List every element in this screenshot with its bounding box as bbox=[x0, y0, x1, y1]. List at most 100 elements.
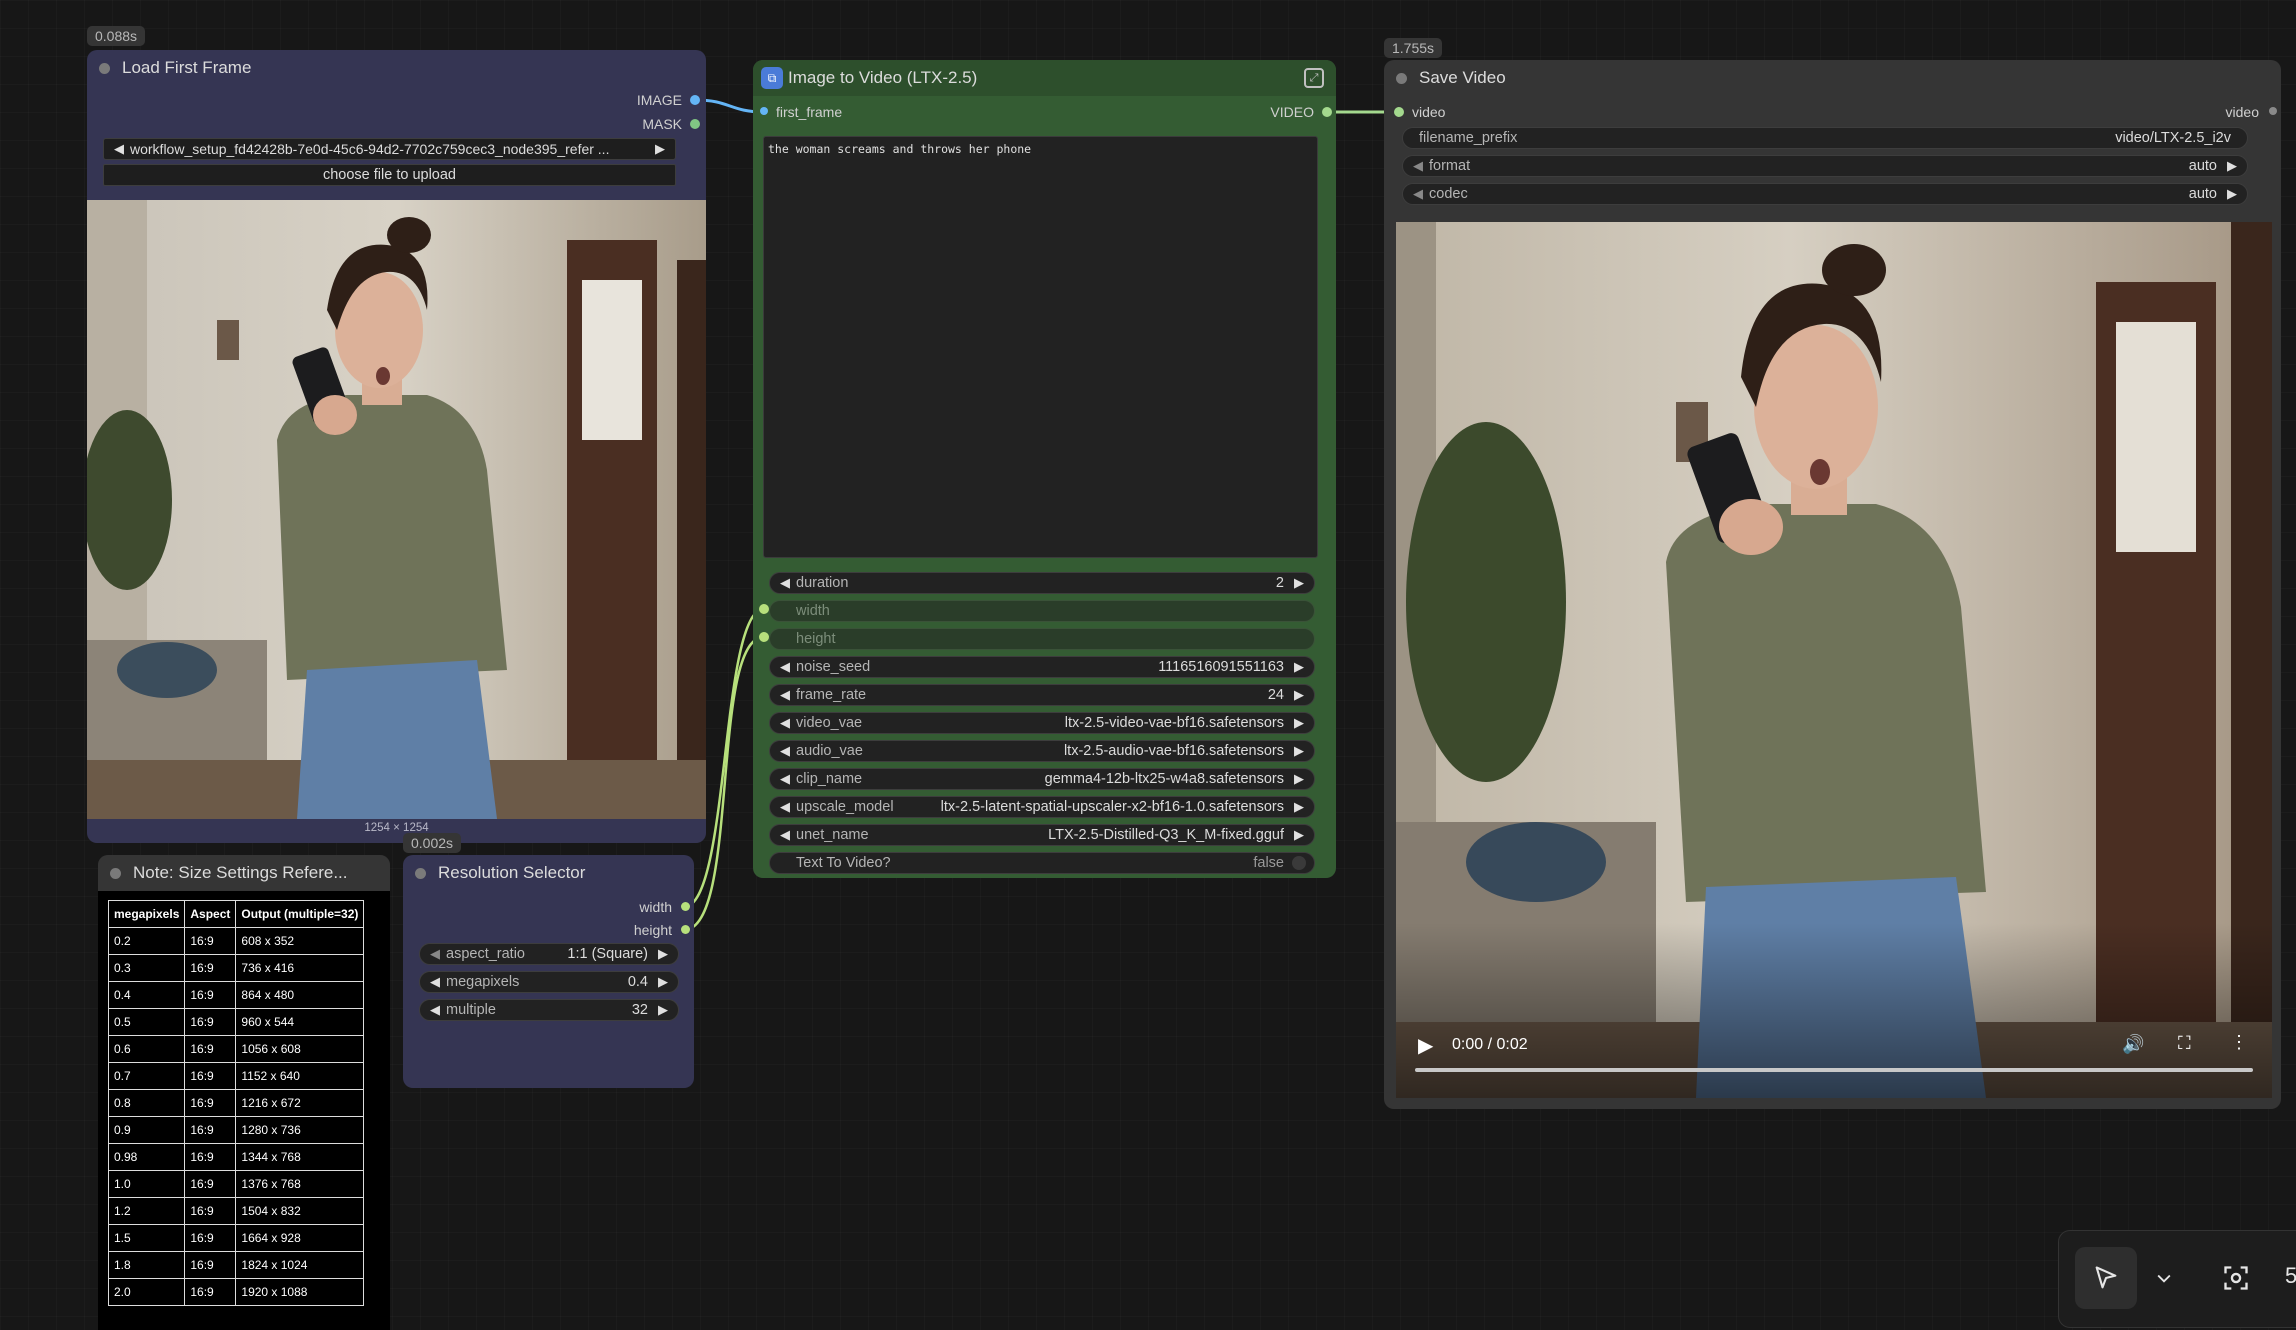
output-height-port[interactable] bbox=[681, 925, 690, 934]
load-first-frame-node[interactable]: Load First Frame IMAGE MASK ◀ workflow_s… bbox=[87, 50, 706, 843]
arrow-right-icon[interactable]: ▶ bbox=[2225, 158, 2239, 174]
widget-upscale-model[interactable]: ◀ upscale_model ltx-2.5-latent-spatial-ups… bbox=[769, 796, 1315, 818]
widget-duration[interactable]: ◀ duration 2 ▶ bbox=[769, 572, 1315, 594]
widget-clip-name[interactable]: ◀ clip_name gemma4-12b-ltx25-w4a8.safetens… bbox=[769, 768, 1315, 790]
table-row: 0.98 16:9 1344 x 768 bbox=[107, 1143, 365, 1171]
widget-name: multiple bbox=[446, 1002, 496, 1018]
table-row: 0.4 16:9 864 x 480 bbox=[107, 981, 365, 1009]
widget-width[interactable]: width bbox=[769, 600, 1315, 622]
megapixels-widget[interactable]: ◀ megapixels 0.4 ▶ bbox=[419, 971, 679, 993]
arrow-right-icon[interactable]: ▶ bbox=[1292, 743, 1306, 759]
arrow-right-icon[interactable]: ▶ bbox=[1292, 575, 1306, 591]
input-video-port[interactable] bbox=[1394, 107, 1404, 117]
table-header-cell: Aspect bbox=[184, 900, 237, 928]
resolution-selector-node[interactable]: Resolution Selector width height ◀ aspec… bbox=[403, 855, 694, 1088]
codec-widget[interactable]: ◀ codec auto ▶ bbox=[1402, 183, 2248, 205]
collapse-dot-icon[interactable] bbox=[415, 867, 426, 879]
prompt-textarea[interactable]: the woman screams and throws her phone bbox=[763, 136, 1318, 558]
widget-noise-seed[interactable]: ◀ noise_seed 1116516091551163 ▶ bbox=[769, 656, 1315, 678]
tool-dropdown-button[interactable] bbox=[2149, 1263, 2179, 1293]
output-image-label: IMAGE bbox=[636, 92, 682, 108]
format-widget[interactable]: ◀ format auto ▶ bbox=[1402, 155, 2248, 177]
pointer-tool-button[interactable] bbox=[2075, 1247, 2137, 1309]
arrow-left-icon[interactable]: ◀ bbox=[778, 575, 792, 591]
input-first-frame-port[interactable] bbox=[760, 107, 768, 115]
node-title-bar[interactable]: Load First Frame bbox=[87, 50, 706, 86]
node-title-bar[interactable]: ⧉ Image to Video (LTX-2.5) ⤢ bbox=[753, 60, 1336, 96]
video-player[interactable]: ▶ 0:00 / 0:02 🔊 ⛶ ⋮ bbox=[1396, 222, 2272, 1098]
output-video-port[interactable] bbox=[1322, 107, 1332, 117]
node-title-bar[interactable]: Resolution Selector bbox=[403, 855, 694, 891]
more-options-icon[interactable]: ⋮ bbox=[2230, 1032, 2248, 1053]
arrow-right-icon[interactable]: ▶ bbox=[1292, 771, 1306, 787]
image-to-video-node[interactable]: ⧉ Image to Video (LTX-2.5) ⤢ first_frame… bbox=[753, 60, 1336, 878]
arrow-right-icon[interactable]: ▶ bbox=[2225, 186, 2239, 202]
table-cell: 0.6 bbox=[107, 1035, 186, 1063]
widget-text-to-video[interactable]: Text To Video? false bbox=[769, 852, 1315, 874]
arrow-left-icon[interactable]: ◀ bbox=[1411, 186, 1425, 202]
widget-value: video/LTX-2.5_i2v bbox=[2115, 130, 2231, 146]
output-video-port[interactable] bbox=[2269, 107, 2277, 115]
toggle-knob-icon[interactable] bbox=[1292, 856, 1306, 870]
input-height-port[interactable] bbox=[759, 632, 769, 642]
fit-view-button[interactable] bbox=[2219, 1261, 2253, 1295]
table-cell: 2.0 bbox=[107, 1278, 186, 1306]
multiple-widget[interactable]: ◀ multiple 32 ▶ bbox=[419, 999, 679, 1021]
arrow-left-icon[interactable]: ◀ bbox=[778, 659, 792, 675]
collapse-dot-icon[interactable] bbox=[99, 62, 110, 74]
fullscreen-icon[interactable]: ⛶ bbox=[2178, 1033, 2191, 1054]
play-icon[interactable]: ▶ bbox=[1418, 1033, 1433, 1058]
open-subgraph-icon[interactable]: ⤢ bbox=[1304, 68, 1324, 88]
table-cell: 608 x 352 bbox=[235, 927, 365, 955]
arrow-left-icon[interactable]: ◀ bbox=[778, 743, 792, 759]
table-cell: 0.8 bbox=[107, 1089, 186, 1117]
output-image-port[interactable] bbox=[690, 95, 700, 105]
table-cell: 16:9 bbox=[184, 1035, 237, 1063]
save-video-node[interactable]: Save Video video video filename_prefix v… bbox=[1384, 60, 2281, 1109]
widget-unet-name[interactable]: ◀ unet_name LTX-2.5-Distilled-Q3_K_M-fixed… bbox=[769, 824, 1315, 846]
node-title-bar[interactable]: Save Video bbox=[1384, 60, 2281, 96]
widget-video-vae[interactable]: ◀ video_vae ltx-2.5-video-vae-bf16.safeten… bbox=[769, 712, 1315, 734]
table-row: 0.7 16:9 1152 x 640 bbox=[107, 1062, 365, 1090]
node-title-bar[interactable]: Note: Size Settings Refere... bbox=[98, 855, 390, 891]
arrow-left-icon[interactable]: ◀ bbox=[428, 946, 442, 962]
arrow-left-icon[interactable]: ◀ bbox=[112, 141, 126, 157]
collapse-dot-icon[interactable] bbox=[1396, 72, 1407, 84]
table-cell: 1504 x 832 bbox=[235, 1197, 365, 1225]
arrow-right-icon[interactable]: ▶ bbox=[1292, 687, 1306, 703]
note-node[interactable]: Note: Size Settings Refere... megapixels… bbox=[98, 855, 390, 1330]
table-cell: 0.98 bbox=[107, 1143, 186, 1171]
output-video-label: VIDEO bbox=[1270, 104, 1314, 120]
widget-frame-rate[interactable]: ◀ frame_rate 24 ▶ bbox=[769, 684, 1315, 706]
arrow-right-icon[interactable]: ▶ bbox=[1292, 827, 1306, 843]
arrow-left-icon[interactable]: ◀ bbox=[778, 687, 792, 703]
upload-button[interactable]: choose file to upload bbox=[103, 164, 676, 186]
arrow-right-icon[interactable]: ▶ bbox=[1292, 799, 1306, 815]
arrow-left-icon[interactable]: ◀ bbox=[428, 974, 442, 990]
arrow-left-icon[interactable]: ◀ bbox=[1411, 158, 1425, 174]
arrow-right-icon[interactable]: ▶ bbox=[1292, 715, 1306, 731]
aspect-ratio-widget[interactable]: ◀ aspect_ratio 1:1 (Square) ▶ bbox=[419, 943, 679, 965]
output-mask-port[interactable] bbox=[690, 119, 700, 129]
arrow-right-icon[interactable]: ▶ bbox=[656, 1002, 670, 1018]
video-progress-bar[interactable] bbox=[1415, 1068, 2253, 1072]
arrow-right-icon[interactable]: ▶ bbox=[656, 946, 670, 962]
image-file-combo[interactable]: ◀ workflow_setup_fd42428b-7e0d-45c6-94d2… bbox=[103, 138, 676, 160]
arrow-left-icon[interactable]: ◀ bbox=[778, 827, 792, 843]
arrow-right-icon[interactable]: ▶ bbox=[653, 141, 667, 157]
arrow-left-icon[interactable]: ◀ bbox=[428, 1002, 442, 1018]
widget-audio-vae[interactable]: ◀ audio_vae ltx-2.5-audio-vae-bf16.safeten… bbox=[769, 740, 1315, 762]
collapse-dot-icon[interactable] bbox=[110, 867, 121, 879]
arrow-right-icon[interactable]: ▶ bbox=[1292, 659, 1306, 675]
arrow-left-icon[interactable]: ◀ bbox=[778, 771, 792, 787]
output-mask-label: MASK bbox=[642, 116, 682, 132]
prompt-text: the woman screams and throws her phone bbox=[768, 142, 1032, 156]
arrow-left-icon[interactable]: ◀ bbox=[778, 799, 792, 815]
arrow-right-icon[interactable]: ▶ bbox=[656, 974, 670, 990]
volume-icon[interactable]: 🔊 bbox=[2122, 1034, 2144, 1055]
input-width-port[interactable] bbox=[759, 604, 769, 614]
widget-height[interactable]: height bbox=[769, 628, 1315, 650]
output-width-port[interactable] bbox=[681, 902, 690, 911]
arrow-left-icon[interactable]: ◀ bbox=[778, 715, 792, 731]
filename-prefix-widget[interactable]: filename_prefix video/LTX-2.5_i2v bbox=[1402, 127, 2248, 149]
